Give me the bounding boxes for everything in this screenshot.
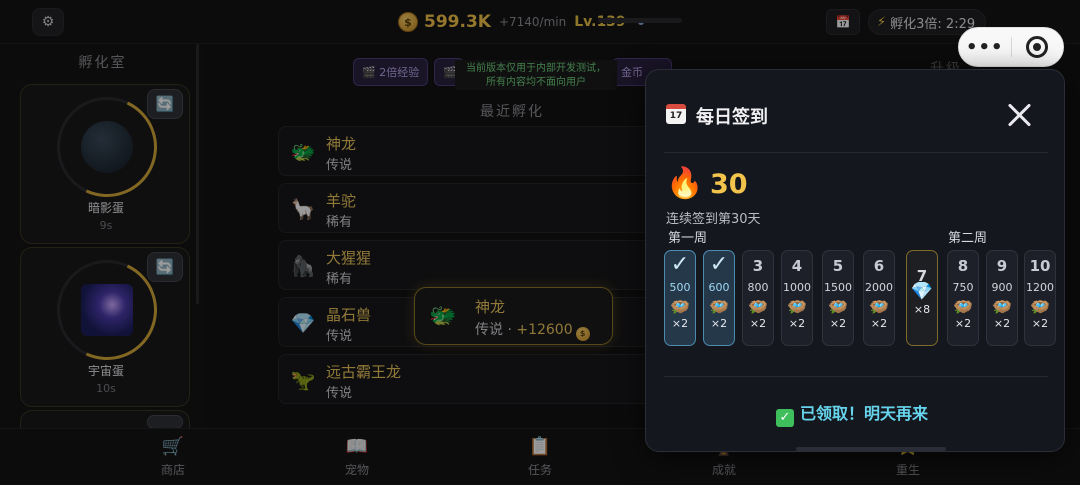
check-icon: ✓ xyxy=(709,252,729,277)
streak-count: 30 xyxy=(710,169,748,200)
day-multiplier: ×2 xyxy=(870,317,888,330)
day-number: 6 xyxy=(873,257,885,275)
day-multiplier: ×2 xyxy=(993,317,1011,330)
day-reward-amount: 900 xyxy=(991,281,1013,294)
day-reward-amount: 1200 xyxy=(1026,281,1054,294)
day-card-5[interactable]: 5 1500 🪺 ×2 xyxy=(822,250,854,346)
egg-nest-icon: 🪺 xyxy=(709,297,729,316)
day-card-8[interactable]: 8 750 🪺 ×2 xyxy=(947,250,979,346)
day-number: 7 xyxy=(916,267,928,285)
day-reward-amount: 1000 xyxy=(783,281,811,294)
day-reward-amount: 600 xyxy=(708,281,730,294)
day-number: 3 xyxy=(752,257,764,275)
egg-nest-icon: 🪺 xyxy=(787,297,807,316)
day-reward-amount: 1500 xyxy=(824,281,852,294)
day-number: 8 xyxy=(957,257,969,275)
day-card-9[interactable]: 9 900 🪺 ×2 xyxy=(986,250,1018,346)
day-multiplier: ×2 xyxy=(788,317,806,330)
day-reward-amount: 2000 xyxy=(865,281,893,294)
diamond-icon: 💎 xyxy=(910,281,934,302)
modal-scrollbar[interactable] xyxy=(796,447,946,451)
more-options-button[interactable]: ••• xyxy=(959,37,1011,58)
close-miniprogram-button[interactable] xyxy=(1011,36,1063,58)
day-reward-amount: 500 xyxy=(669,281,691,294)
egg-nest-icon: 🪺 xyxy=(1030,297,1050,316)
week2-label: 第二周 xyxy=(948,231,988,246)
day-multiplier: ×2 xyxy=(954,317,972,330)
egg-nest-icon: 🪺 xyxy=(869,297,889,316)
day-card-1[interactable]: ✓ 500 🪺 ×2 xyxy=(664,250,696,346)
day-card-3[interactable]: 3 800 🪺 ×2 xyxy=(742,250,774,346)
day-multiplier: ×2 xyxy=(1031,317,1049,330)
streak-label: 连续签到第30天 xyxy=(666,212,761,227)
day-multiplier: ×2 xyxy=(671,317,689,330)
egg-nest-icon: 🪺 xyxy=(748,297,768,316)
egg-nest-icon: 🪺 xyxy=(992,297,1012,316)
day-number: 4 xyxy=(791,257,803,275)
egg-nest-icon: 🪺 xyxy=(953,297,973,316)
day-multiplier: ×2 xyxy=(749,317,767,330)
check-icon: ✓ xyxy=(670,252,690,277)
week1-label: 第一周 xyxy=(668,231,708,246)
daily-checkin-modal: 17 每日签到 🔥 30 连续签到第30天 第一周 第二周 ✓ 500 🪺 ×2 ✓ 60… xyxy=(645,69,1065,452)
claimed-text: 已领取！明天再来 xyxy=(800,404,929,423)
egg-nest-icon: 🪺 xyxy=(670,297,690,316)
calendar-icon: 17 xyxy=(666,104,686,124)
day-card-2[interactable]: ✓ 600 🪺 ×2 xyxy=(703,250,735,346)
flame-icon: 🔥 xyxy=(666,166,704,201)
day-reward-amount: 800 xyxy=(747,281,769,294)
day-multiplier: ×2 xyxy=(829,317,847,330)
miniprogram-capsule: ••• xyxy=(958,27,1064,67)
day-number: 5 xyxy=(832,257,844,275)
more-icon: ••• xyxy=(965,36,1004,58)
day-number: 10 xyxy=(1029,257,1051,275)
target-dot xyxy=(1033,43,1042,51)
day-multiplier: ×2 xyxy=(710,317,728,330)
day-reward-amount: 750 xyxy=(952,281,974,294)
modal-title: 每日签到 xyxy=(696,107,768,128)
check-icon: ✓ xyxy=(776,409,794,427)
target-icon xyxy=(1026,36,1049,58)
app-root: ⚙ $ 599.3K +7140/min Lv.139 📅 ⚡ 孵化3倍: 2:… xyxy=(0,0,1080,485)
day-card-10[interactable]: 10 1200 🪺 ×2 xyxy=(1024,250,1056,346)
claimed-status: ✓ 已领取！明天再来 xyxy=(776,400,928,427)
day-card-7[interactable]: 7 💎 ×8 xyxy=(906,250,938,346)
egg-nest-icon: 🪺 xyxy=(828,297,848,316)
divider xyxy=(664,376,1048,377)
divider xyxy=(664,152,1048,153)
day-multiplier: ×8 xyxy=(913,303,931,316)
day-number: 9 xyxy=(996,257,1008,275)
close-button[interactable] xyxy=(1004,100,1034,130)
day-card-4[interactable]: 4 1000 🪺 ×2 xyxy=(781,250,813,346)
day-card-6[interactable]: 6 2000 🪺 ×2 xyxy=(863,250,895,346)
